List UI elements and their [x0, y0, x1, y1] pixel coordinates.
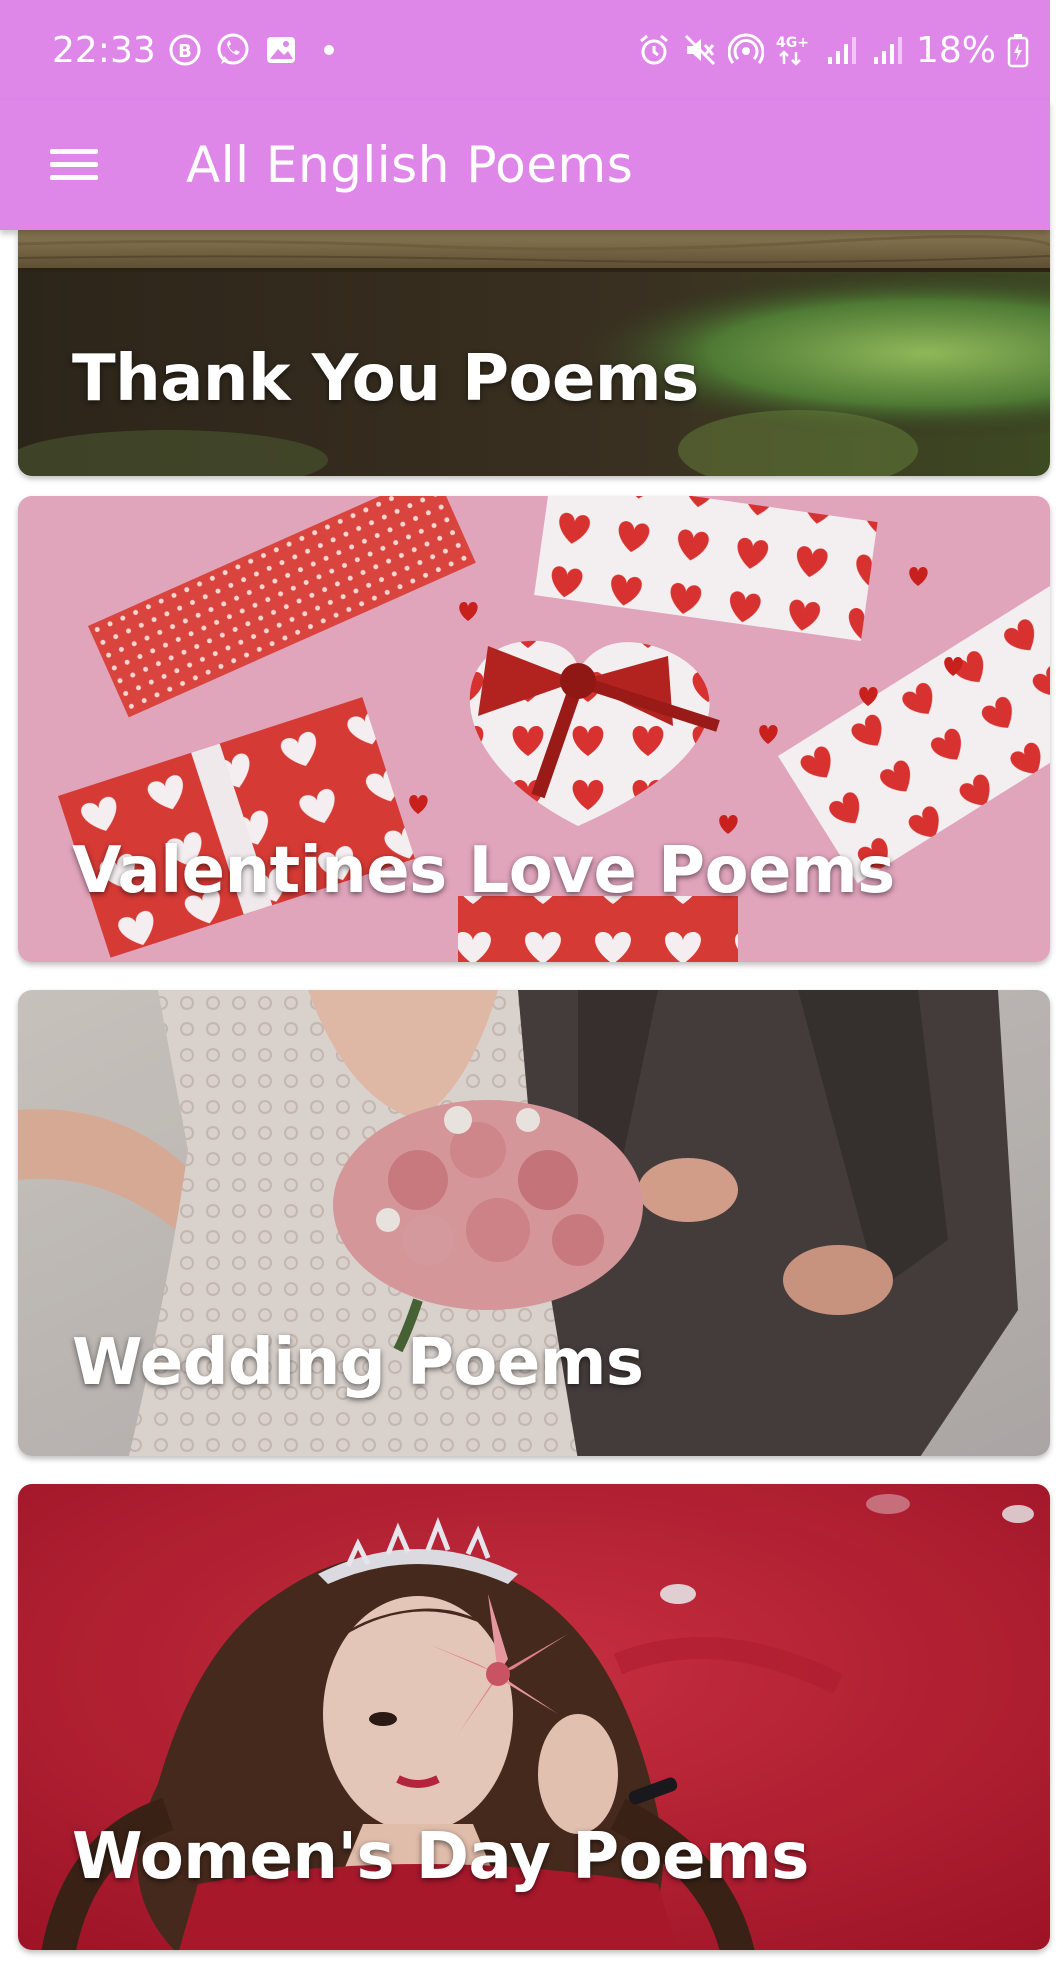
svg-text:B: B	[178, 41, 192, 62]
poem-card-title: Women's Day Poems	[72, 1820, 809, 1894]
poem-card-valentines[interactable]: Valentines Love Poems	[18, 496, 1050, 962]
status-bar: 22:33 B 4G+ 18%	[0, 0, 1050, 100]
poem-card-title: Wedding Poems	[72, 1326, 644, 1400]
signal-icon	[870, 30, 906, 70]
network-label: 4G+	[776, 35, 809, 51]
app-bar: All English Poems	[0, 100, 1050, 230]
hamburger-menu-icon	[50, 149, 98, 180]
battery-charging-icon	[1006, 30, 1030, 70]
poem-card-title: Thank You Poems	[72, 342, 699, 416]
network-icon: 4G+	[774, 30, 814, 70]
b-circle-icon: B	[166, 31, 204, 69]
signal-icon	[824, 30, 860, 70]
poem-card-wedding[interactable]: Wedding Poems	[18, 990, 1050, 1456]
app-title: All English Poems	[186, 136, 634, 194]
hotspot-icon	[727, 30, 764, 70]
status-right: 4G+ 18%	[636, 24, 1030, 76]
mute-icon	[682, 30, 718, 70]
dot-icon	[310, 31, 348, 69]
alarm-icon	[636, 30, 672, 70]
gallery-icon	[262, 31, 300, 69]
poem-card-title: Valentines Love Poems	[72, 834, 895, 908]
menu-button[interactable]	[44, 135, 104, 195]
poem-card-thank-you[interactable]: Thank You Poems	[18, 230, 1050, 476]
poem-card-womens-day[interactable]: Women's Day Poems	[18, 1484, 1050, 1950]
battery-percent: 18%	[915, 29, 996, 71]
whatsapp-icon	[214, 31, 252, 69]
status-left: 22:33 B	[52, 24, 348, 76]
status-time: 22:33	[52, 29, 156, 71]
